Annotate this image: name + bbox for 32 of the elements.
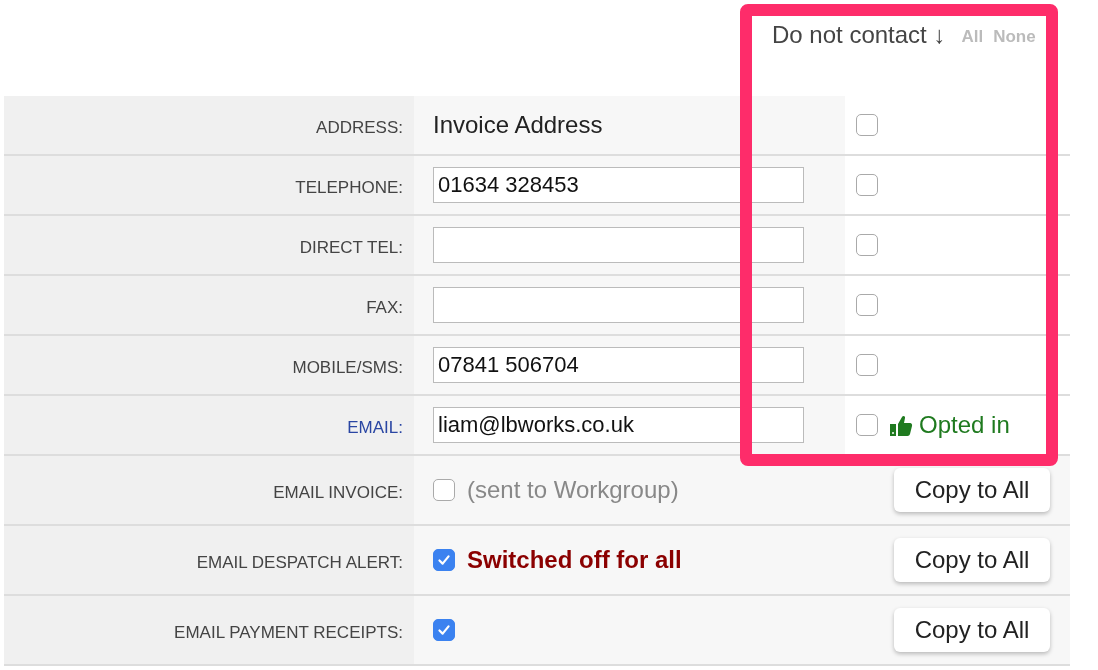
field-label: EMAIL PAYMENT RECEIPTS: — [174, 623, 403, 643]
field-label: FAX: — [366, 298, 403, 318]
checkbox[interactable] — [856, 294, 878, 316]
field-label: MOBILE/SMS: — [292, 358, 403, 378]
copy-to-all-button[interactable]: Copy to All — [894, 608, 1050, 652]
checkbox[interactable] — [433, 619, 455, 641]
field-label: EMAIL DESPATCH ALERT: — [196, 553, 403, 573]
checkbox[interactable] — [856, 114, 878, 136]
checkbox[interactable] — [856, 354, 878, 376]
field-label: ADDRESS: — [316, 118, 403, 138]
checkbox[interactable] — [433, 479, 455, 501]
checkbox[interactable] — [856, 174, 878, 196]
alert-note: Switched off for all — [467, 546, 682, 574]
field-label: DIRECT TEL: — [299, 238, 403, 258]
input-field[interactable]: 07841 506704 — [433, 347, 804, 383]
checkbox[interactable] — [433, 549, 455, 571]
field-label-link[interactable]: EMAIL: — [347, 418, 403, 438]
copy-to-all-button[interactable]: Copy to All — [894, 468, 1050, 512]
address-value: Invoice Address — [433, 111, 603, 139]
thumbs-up-icon — [889, 413, 913, 437]
input-field[interactable] — [433, 227, 804, 263]
copy-to-all-button[interactable]: Copy to All — [894, 538, 1050, 582]
input-field[interactable]: 01634 328453 — [433, 167, 804, 203]
field-label: TELEPHONE: — [295, 178, 403, 198]
column-heading: Do not contact ↓ — [772, 20, 946, 50]
input-field[interactable]: liam@lbworks.co.uk — [433, 407, 804, 443]
opt-in-status: Opted in — [919, 411, 1010, 439]
note-text: (sent to Workgroup) — [467, 476, 679, 504]
field-label: EMAIL INVOICE: — [273, 483, 403, 503]
checkbox[interactable] — [856, 414, 878, 436]
input-field[interactable] — [433, 287, 804, 323]
checkbox[interactable] — [856, 234, 878, 256]
